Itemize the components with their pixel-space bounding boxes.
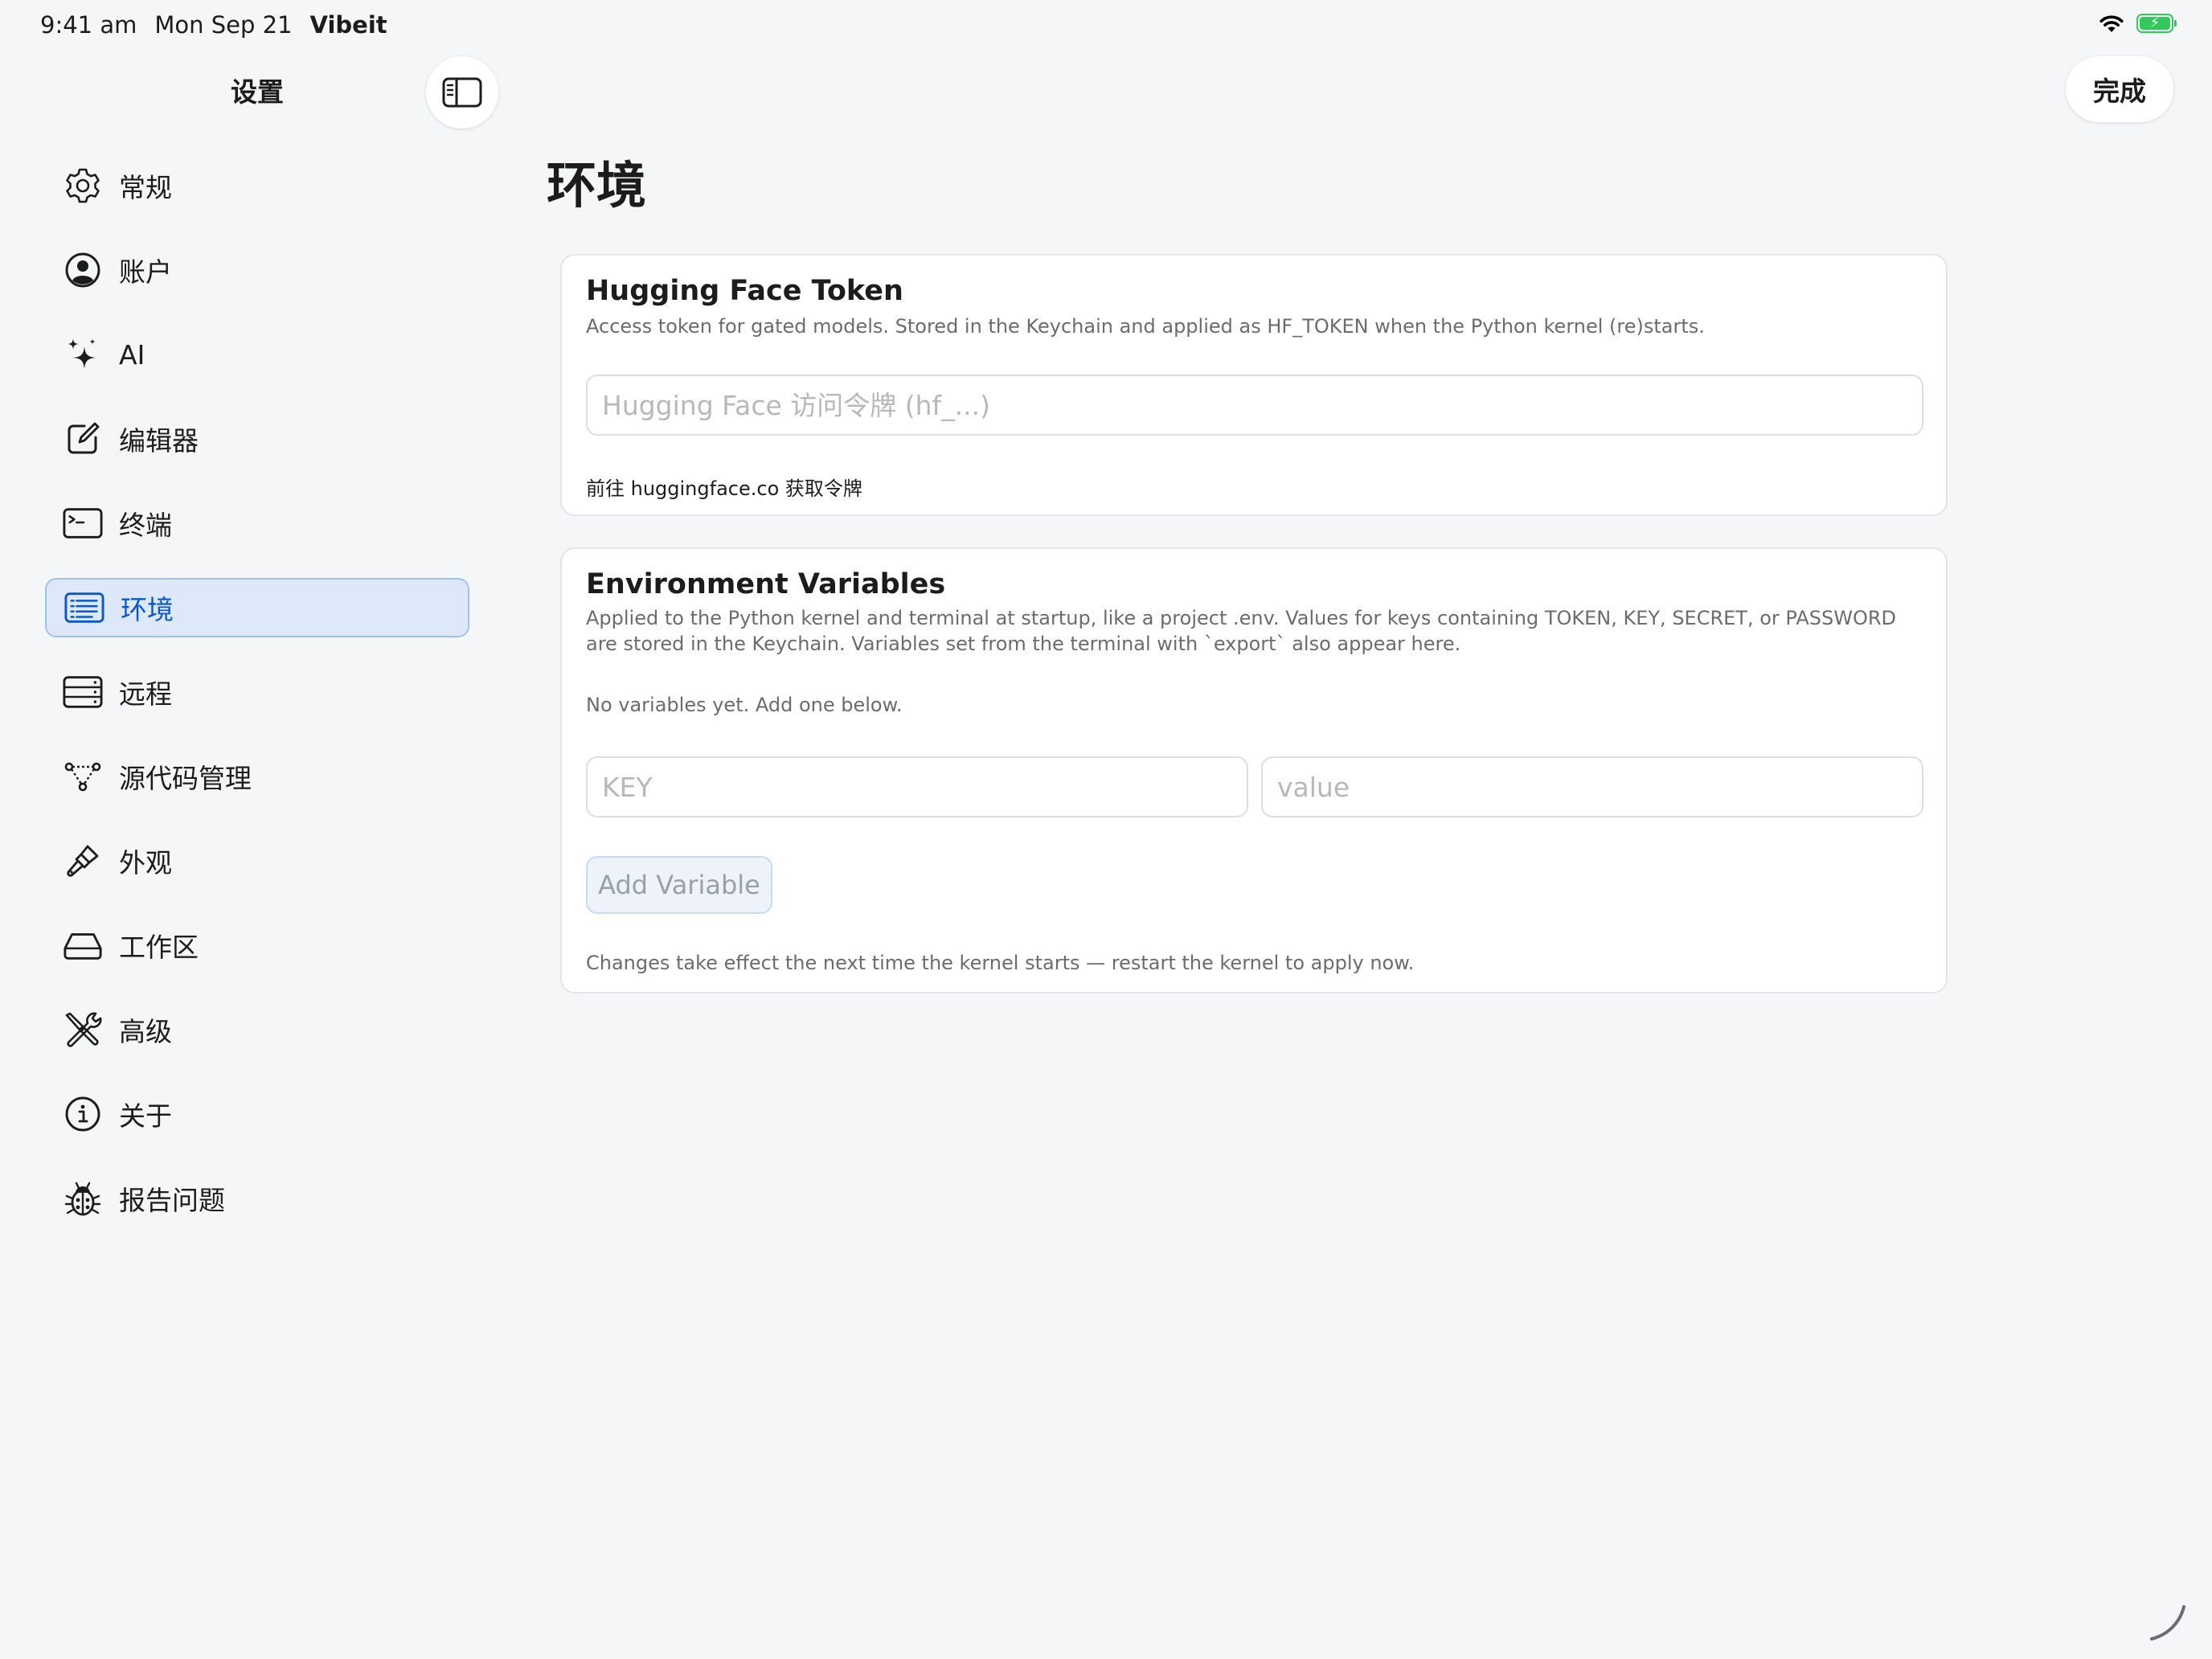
sidebar-item-remote[interactable]: 远程 — [45, 662, 469, 722]
sidebar-item-label: 远程 — [119, 678, 172, 710]
sidebar-item-label: 工作区 — [119, 932, 199, 963]
sidebar-item-ai[interactable]: AI — [45, 325, 469, 384]
edit-icon — [63, 419, 103, 459]
branch-icon — [63, 756, 103, 797]
sidebar-item-label: 编辑器 — [119, 425, 199, 457]
settings-nav: 常规 账户 AI 编辑器 终端 环境 远程 源代码管理 外观 工作区 高级 关于… — [45, 156, 469, 1253]
drive-icon — [63, 925, 103, 965]
sidebar-item-label: 常规 — [119, 172, 172, 203]
sidebar-item-label: 环境 — [121, 594, 174, 625]
sidebar-icon — [442, 77, 482, 108]
sidebar-item-account[interactable]: 账户 — [45, 240, 469, 300]
hf-token-card: Hugging Face Token Access token for gate… — [560, 254, 1948, 516]
page-title: 环境 — [547, 156, 647, 215]
done-button[interactable]: 完成 — [2066, 56, 2173, 122]
tools-icon — [63, 1010, 103, 1050]
sidebar-item-workspace[interactable]: 工作区 — [45, 916, 469, 975]
sidebar-item-label: 外观 — [119, 847, 172, 879]
sidebar-item-label: 账户 — [119, 256, 172, 288]
sidebar-item-terminal[interactable]: 终端 — [45, 494, 469, 553]
corner-indicator-icon — [2148, 1603, 2188, 1643]
ladybug-icon — [63, 1178, 103, 1219]
sidebar-item-about[interactable]: 关于 — [45, 1084, 469, 1144]
env-key-input[interactable] — [586, 756, 1248, 817]
sidebar-item-appearance[interactable]: 外观 — [45, 831, 469, 891]
sidebar-toggle-button[interactable] — [426, 56, 498, 129]
sidebar-item-label: 关于 — [119, 1100, 172, 1132]
status-left: 9:41 am Mon Sep 21 Vibeit — [40, 11, 387, 39]
env-footer-note: Changes take effect the next time the ke… — [586, 952, 1415, 974]
env-card-description: Applied to the Python kernel and termina… — [586, 607, 1897, 655]
battery-icon: ⚡ — [2136, 14, 2177, 33]
sidebar-item-general[interactable]: 常规 — [45, 156, 469, 215]
gear-icon — [63, 166, 103, 206]
sidebar-item-label: 报告问题 — [119, 1185, 225, 1216]
hf-token-link[interactable]: 前往 huggingface.co 获取令牌 — [586, 473, 862, 501]
hf-card-title: Hugging Face Token — [586, 275, 903, 307]
status-right: ⚡ — [2098, 13, 2177, 34]
server-icon — [63, 672, 103, 712]
env-vars-card: Environment Variables Applied to the Pyt… — [560, 547, 1948, 993]
add-variable-button[interactable]: Add Variable — [586, 856, 772, 914]
sidebar-item-report-issue[interactable]: 报告问题 — [45, 1169, 469, 1228]
env-empty-message: No variables yet. Add one below. — [586, 694, 903, 716]
env-card-title: Environment Variables — [586, 568, 946, 600]
account-icon — [63, 250, 103, 290]
status-app-name: Vibeit — [309, 11, 387, 39]
hf-card-description: Access token for gated models. Stored in… — [586, 315, 1705, 338]
status-time: 9:41 am — [40, 11, 137, 39]
list-icon — [64, 588, 104, 628]
paintbrush-icon — [63, 841, 103, 881]
sparkles-icon — [63, 334, 103, 375]
info-icon — [63, 1094, 103, 1134]
sidebar-item-source-control[interactable]: 源代码管理 — [45, 747, 469, 806]
sidebar-item-label: 源代码管理 — [119, 763, 252, 794]
terminal-icon — [63, 503, 103, 543]
sidebar-item-environment[interactable]: 环境 — [45, 578, 469, 637]
wifi-icon — [2098, 13, 2125, 34]
status-date: Mon Sep 21 — [154, 11, 293, 39]
sidebar-item-editor[interactable]: 编辑器 — [45, 409, 469, 469]
env-value-input[interactable] — [1261, 756, 1923, 817]
sidebar-item-label: 高级 — [119, 1016, 172, 1047]
sidebar-item-label: 终端 — [119, 510, 172, 541]
sidebar-item-label: AI — [119, 338, 145, 371]
sidebar: 设置 常规 账户 AI 编辑器 终端 环境 远程 源代码管理 外观 工作区 高级… — [0, 51, 514, 1659]
status-bar: 9:41 am Mon Sep 21 Vibeit ⚡ — [0, 0, 2212, 51]
hf-token-input[interactable] — [586, 375, 1923, 436]
sidebar-item-advanced[interactable]: 高级 — [45, 1000, 469, 1059]
